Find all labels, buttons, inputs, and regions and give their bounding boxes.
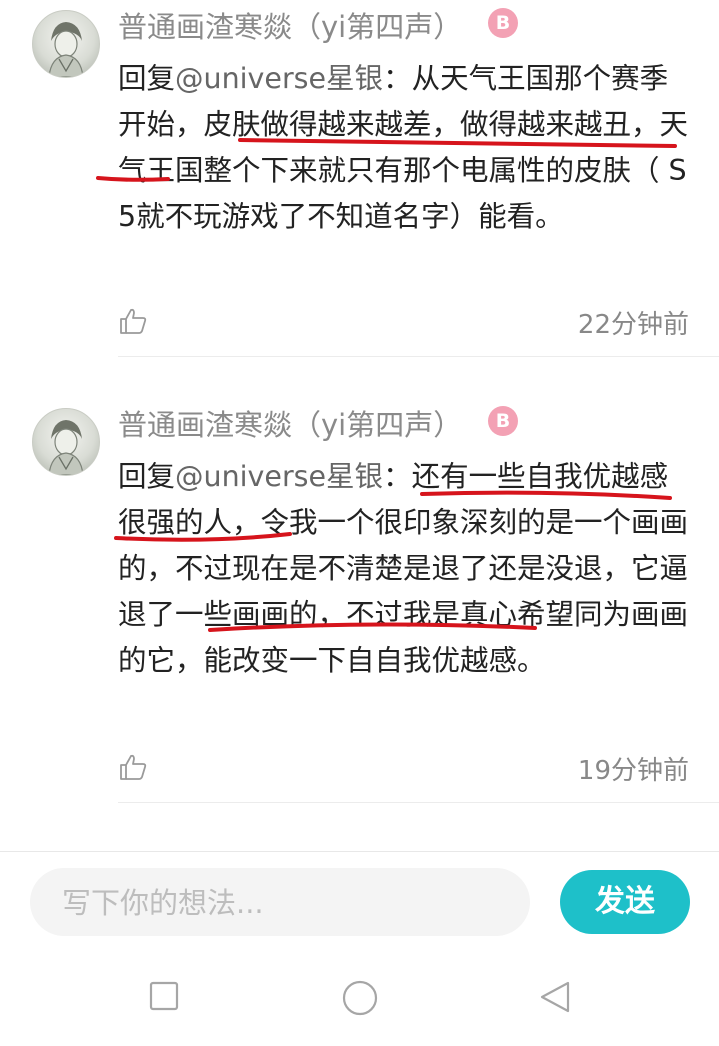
circle-icon[interactable] <box>341 979 379 1017</box>
square-icon[interactable] <box>149 980 179 1012</box>
reply-colon: ： <box>383 460 412 493</box>
comment-input-wrapper <box>30 868 530 938</box>
b-badge-icon: B <box>488 8 518 38</box>
avatar[interactable] <box>32 10 100 78</box>
timestamp: 22分钟前 <box>577 310 689 340</box>
reply-prefix: 回复 <box>118 62 176 95</box>
avatar[interactable] <box>32 408 100 476</box>
triangle-back-icon[interactable] <box>538 980 572 1014</box>
send-button[interactable]: 发送 <box>560 870 690 934</box>
thumbs-up-icon[interactable] <box>118 752 148 782</box>
thumbs-up-icon[interactable] <box>118 306 148 336</box>
reply-colon: ： <box>383 62 412 95</box>
divider <box>118 802 719 803</box>
mention-link[interactable]: @universe星银 <box>175 460 383 493</box>
input-bar-divider <box>0 851 719 852</box>
b-badge-icon: B <box>488 406 518 436</box>
comment-input[interactable] <box>60 868 524 938</box>
mention-link[interactable]: @universe星银 <box>175 62 383 95</box>
reply-prefix: 回复 <box>118 460 176 493</box>
username[interactable]: 普通画渣寒燚（yi第四声） <box>118 4 462 46</box>
username[interactable]: 普通画渣寒燚（yi第四声） <box>118 402 462 444</box>
timestamp: 19分钟前 <box>577 756 689 786</box>
comment-text: 回复@universe星银：从天气王国那个赛季开始，皮肤做得越来越差，做得越来越… <box>118 56 688 240</box>
comment-text: 回复@universe星银：还有一些自我优越感很强的人，令我一个很印象深刻的是一… <box>118 454 688 684</box>
divider <box>118 356 719 357</box>
